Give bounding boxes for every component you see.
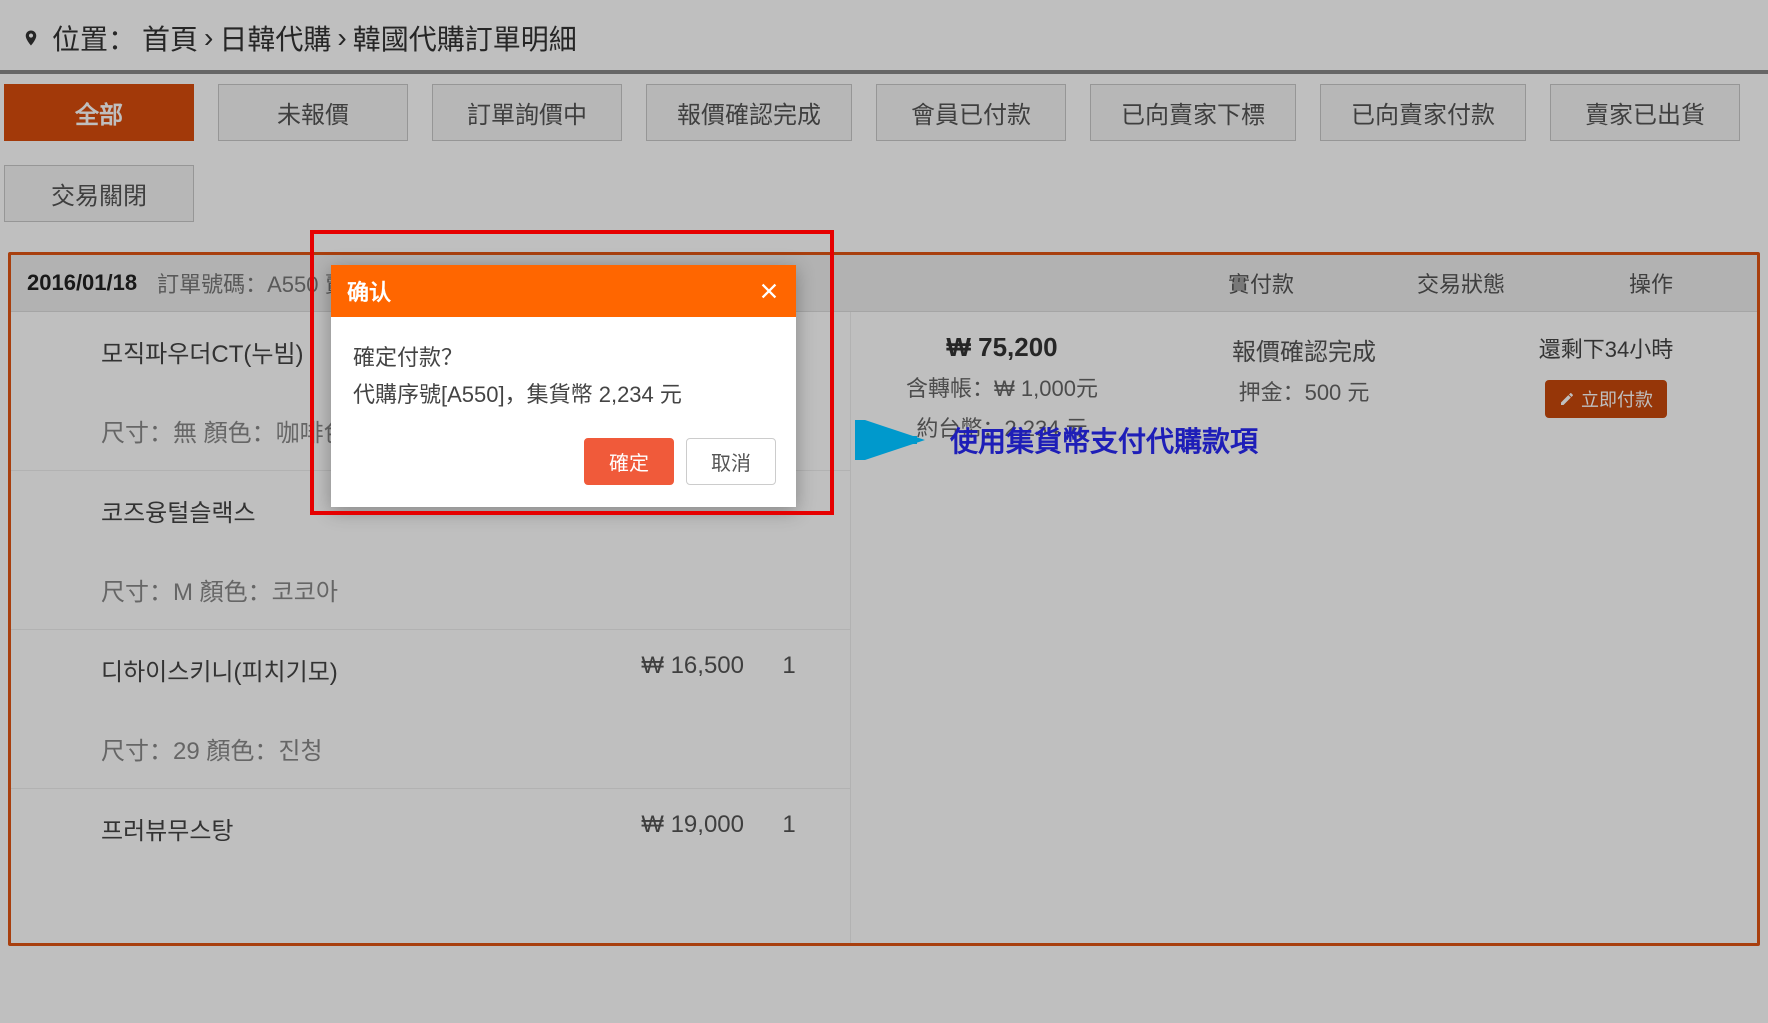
modal-overlay: [0, 0, 1768, 1023]
modal-line1: 確定付款？: [353, 339, 774, 376]
modal-header: 确认: [331, 265, 796, 317]
modal-footer: 確定 取消: [331, 424, 796, 507]
annotation-text: 使用集貨幣支付代購款項: [950, 420, 1258, 460]
modal-line2: 代購序號[A550]，集貨幣 2,234 元: [353, 376, 774, 413]
close-icon[interactable]: [758, 280, 780, 302]
modal-body: 確定付款？ 代購序號[A550]，集貨幣 2,234 元: [331, 317, 796, 424]
annotation: 使用集貨幣支付代購款項: [855, 420, 1258, 460]
modal-title: 确认: [347, 275, 391, 307]
confirm-button[interactable]: 確定: [584, 438, 674, 485]
confirm-modal: 确认 確定付款？ 代購序號[A550]，集貨幣 2,234 元 確定 取消: [331, 265, 796, 507]
cancel-button[interactable]: 取消: [686, 438, 776, 485]
arrow-right-icon: [855, 420, 935, 460]
